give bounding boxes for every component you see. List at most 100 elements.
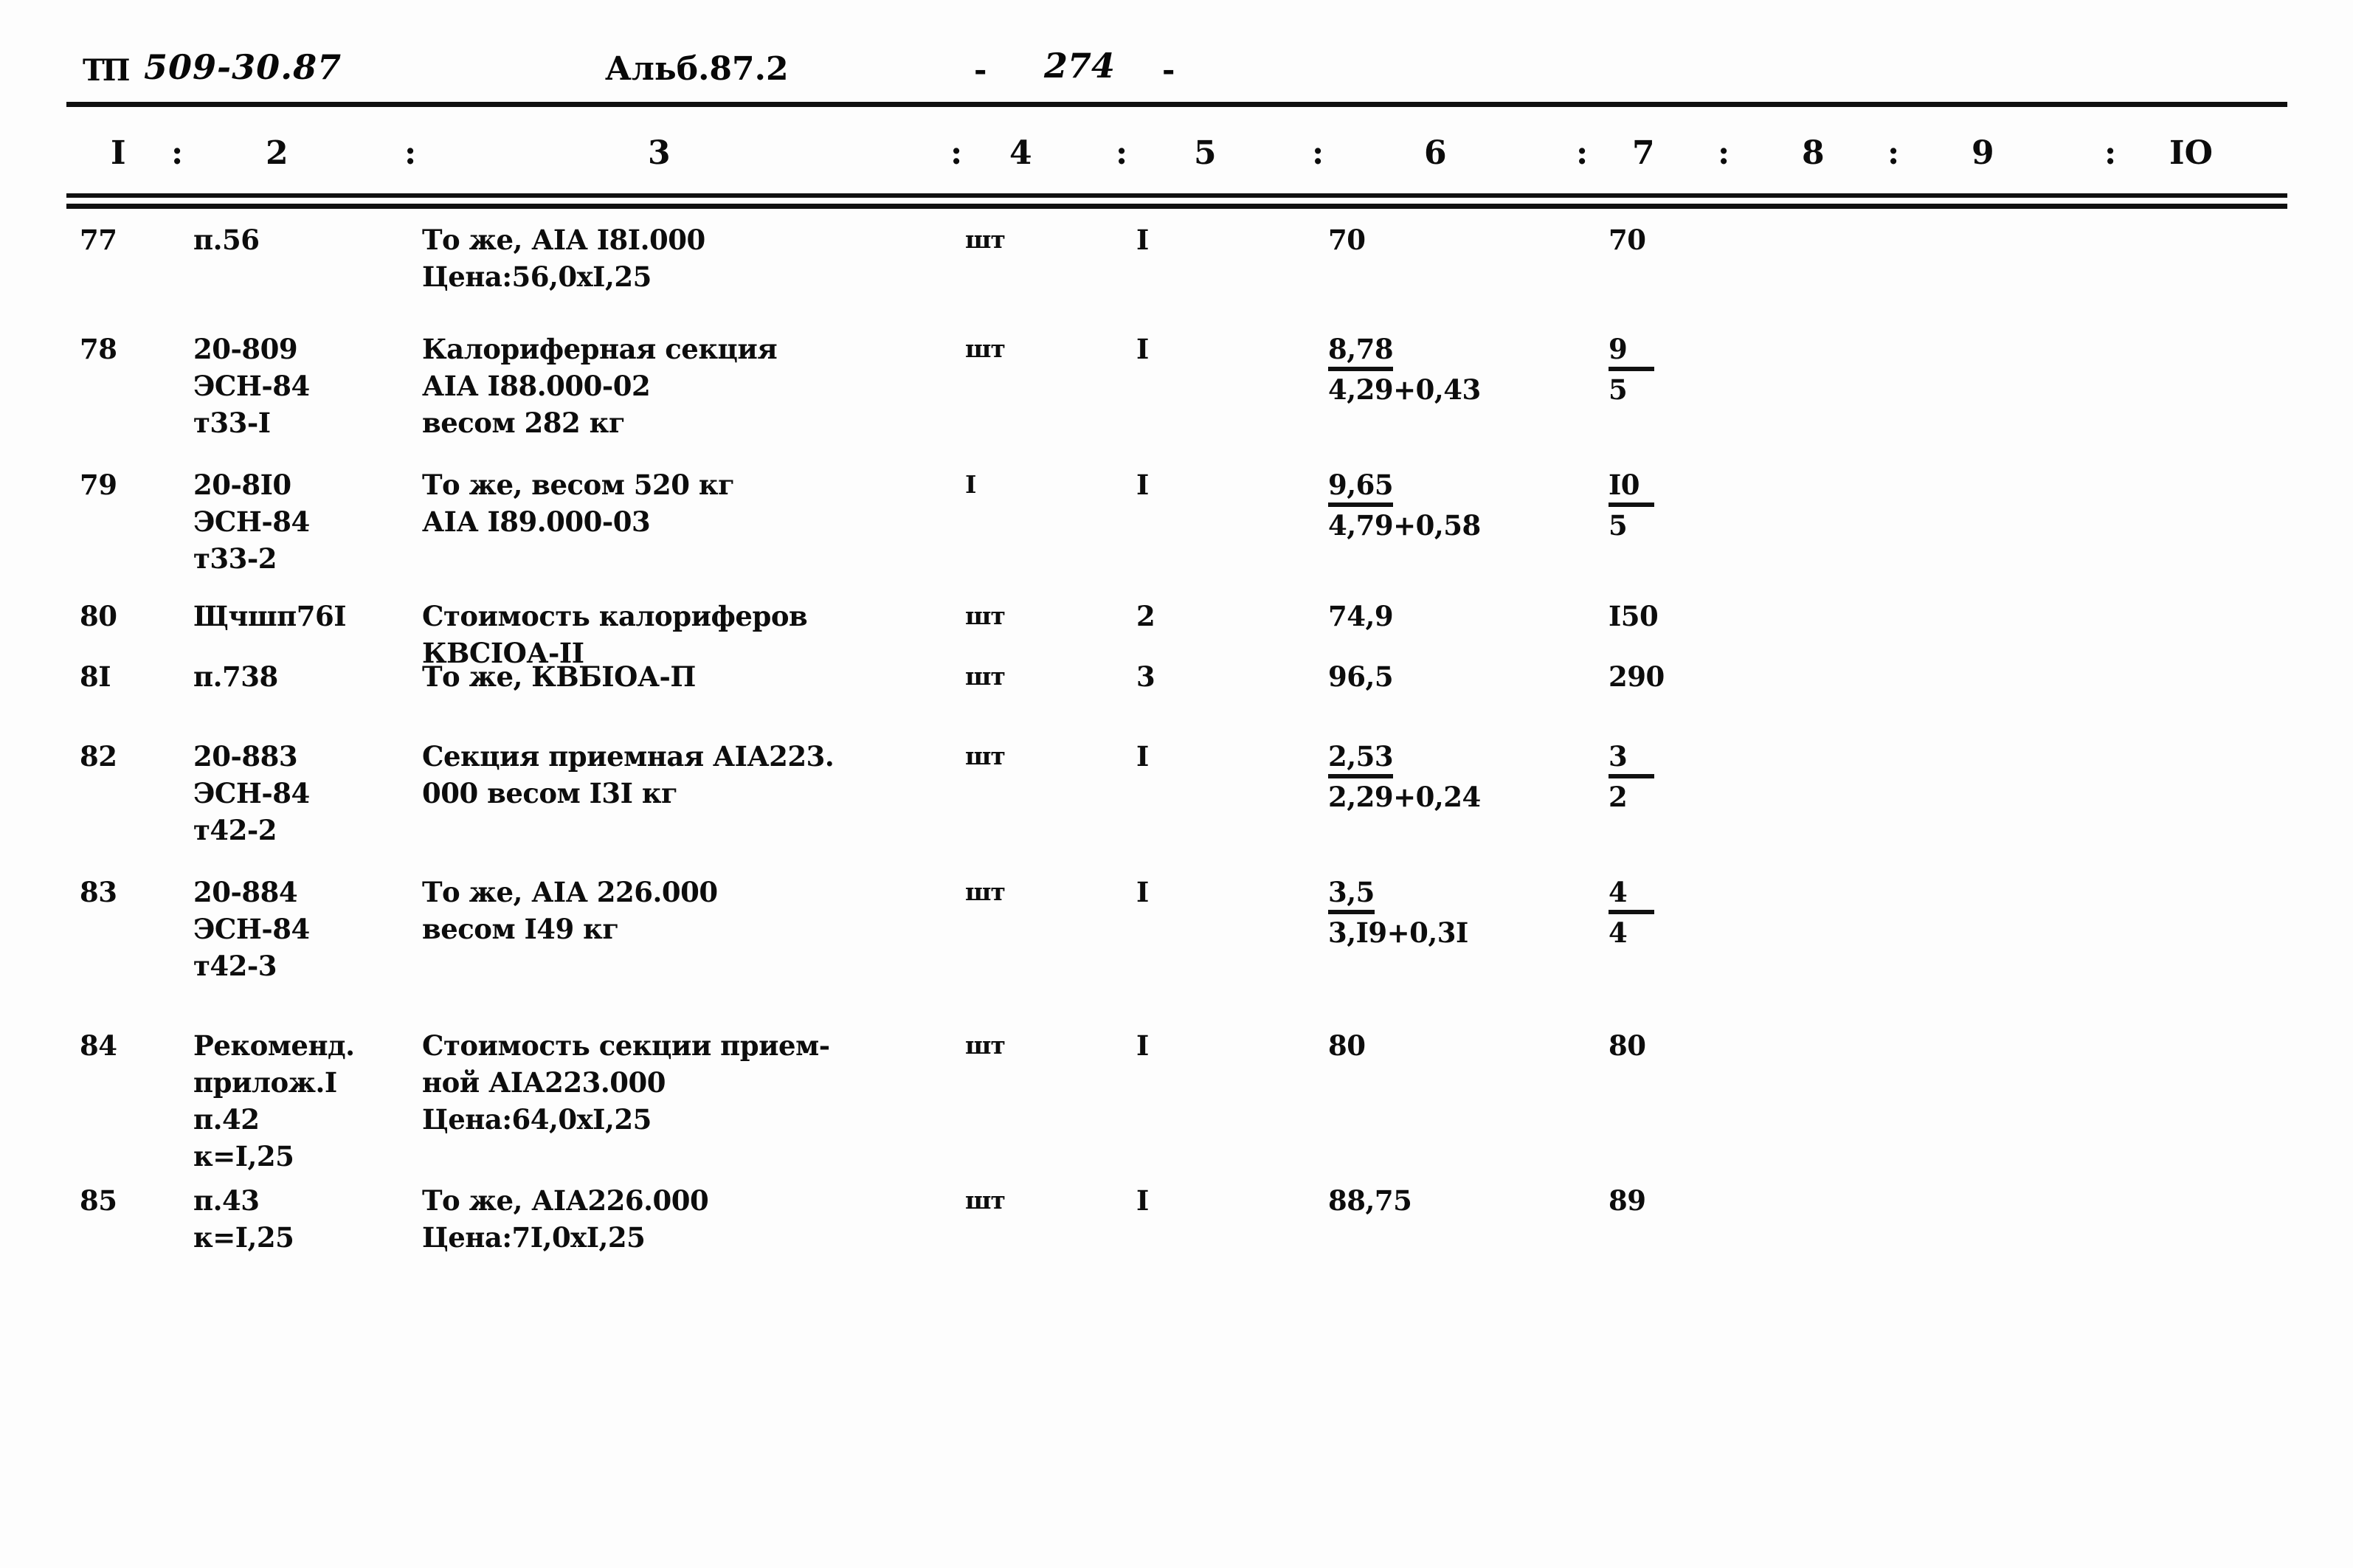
row-quantity: I [1136, 876, 1149, 908]
row-reference: п.738 [193, 660, 278, 693]
table-row: 82 20-883 ЭСН-84 т42-2 Секция приемная АIА… [0, 738, 2353, 863]
column-header-row: I : 2 : 3 : 4 : 5 : 6 : 7 : 8 : 9 : IO [0, 134, 2353, 186]
col7-numerator: I0 [1609, 468, 1654, 507]
header-rule-middle [66, 193, 2287, 198]
col6-denominator: 3,I9+0,3I [1328, 916, 1468, 949]
row-col6-value: 88,75 [1328, 1184, 1412, 1217]
row-col7-value: 70 [1609, 224, 1646, 256]
row-quantity: I [1136, 1184, 1149, 1217]
row-number: 80 [80, 600, 117, 632]
column-header-1: I [111, 134, 126, 172]
col7-denominator: 4 [1609, 916, 1628, 949]
column-sep-6: : [1576, 134, 1589, 172]
row-description: Стоимость секции прием- ной АIА223.000 Ц… [422, 1029, 830, 1136]
row-description: То же, АIА226.000 Цена:7I,0хI,25 [422, 1184, 709, 1254]
column-header-9: 9 [1972, 134, 1994, 172]
row-quantity: 2 [1136, 600, 1155, 632]
column-header-7: 7 [1632, 134, 1655, 172]
col6-numerator: 8,78 [1328, 332, 1394, 371]
row-reference: Рекоменд. прилож.I п.42 к=I,25 [193, 1029, 355, 1172]
document-page: ТП 509-30.87 Альб.87.2 - 274 - I : 2 : 3… [0, 0, 2353, 1568]
col7-numerator: 3 [1609, 739, 1654, 778]
row-unit: шт [965, 601, 1006, 630]
table-row: 85 п.43 к=I,25 То же, АIА226.000 Цена:7I,0… [0, 1182, 2353, 1308]
row-col6-value: 96,5 [1328, 660, 1394, 693]
row-unit: шт [965, 334, 1006, 363]
row-col7-value: 89 [1609, 1184, 1646, 1217]
table-row: 83 20-884 ЭСН-84 т42-3 То же, АIА 226.000 … [0, 874, 2353, 999]
table-row: 84 Рекоменд. прилож.I п.42 к=I,25 Стоимост… [0, 1027, 2353, 1172]
column-sep-3: : [950, 134, 963, 172]
column-sep-5: : [1312, 134, 1324, 172]
column-header-3: 3 [648, 134, 671, 172]
document-type-prefix: ТП [83, 53, 131, 88]
row-description: Калориферная секция АIА I88.000-02 весом… [422, 333, 778, 439]
row-reference: Щчшп76I [193, 600, 347, 632]
row-col6-value: 9,65 4,79+0,58 [1328, 466, 1535, 544]
row-col6-value: 3,5 3,I9+0,3I [1328, 874, 1535, 951]
col6-denominator: 2,29+0,24 [1328, 781, 1481, 813]
row-reference: 20-884 ЭСН-84 т42-3 [193, 876, 310, 982]
row-description: То же, АIА 226.000 весом I49 кг [422, 876, 718, 945]
row-unit: шт [965, 1031, 1006, 1060]
row-reference: 20-8I0 ЭСН-84 т33-2 [193, 469, 310, 575]
row-quantity: 3 [1136, 660, 1155, 693]
row-quantity: I [1136, 333, 1149, 365]
header-rule-top [66, 102, 2287, 107]
column-sep-1: : [171, 134, 184, 172]
header-rule-bottom [66, 204, 2287, 209]
row-reference: 20-809 ЭСН-84 т33-I [193, 333, 310, 439]
row-unit: шт [965, 877, 1006, 906]
row-col6-value: 80 [1328, 1029, 1366, 1062]
row-quantity: I [1136, 740, 1149, 773]
table-row: 78 20-809 ЭСН-84 т33-I Калориферная секция… [0, 331, 2353, 456]
row-col7-value: I50 [1609, 600, 1659, 632]
page-dash-right: - [1162, 52, 1175, 88]
col7-numerator: 4 [1609, 875, 1654, 914]
row-number: 79 [80, 469, 117, 501]
row-description: То же, весом 520 кг АIА I89.000-03 [422, 469, 735, 538]
row-number: 82 [80, 740, 117, 773]
row-unit: шт [965, 662, 1006, 691]
column-header-4: 4 [1009, 134, 1032, 172]
row-number: 77 [80, 224, 117, 256]
row-col7-value: 32 [1609, 738, 1786, 815]
column-header-8: 8 [1802, 134, 1825, 172]
row-quantity: I [1136, 1029, 1149, 1062]
row-col6-value: 74,9 [1328, 600, 1394, 632]
row-number: 85 [80, 1184, 117, 1217]
col7-numerator: 9 [1609, 332, 1654, 371]
row-number: 84 [80, 1029, 117, 1062]
row-quantity: I [1136, 224, 1149, 256]
row-number: 8I [80, 660, 111, 693]
row-description: То же, АIА I8I.000 Цена:56,0хI,25 [422, 224, 705, 293]
row-quantity: I [1136, 469, 1149, 501]
column-sep-9: : [2104, 134, 2117, 172]
col6-numerator: 2,53 [1328, 739, 1394, 778]
row-description: То же, КВБIОА-П [422, 660, 696, 693]
column-sep-8: : [1887, 134, 1900, 172]
column-header-2: 2 [266, 134, 288, 172]
column-sep-2: : [404, 134, 417, 172]
column-sep-4: : [1116, 134, 1128, 172]
row-col6-value: 8,78 4,29+0,43 [1328, 331, 1535, 408]
col6-numerator: 3,5 [1328, 875, 1375, 914]
col6-numerator: 9,65 [1328, 468, 1394, 507]
column-header-10: IO [2169, 134, 2213, 172]
row-col7-value: 44 [1609, 874, 1786, 951]
row-col7-value: 80 [1609, 1029, 1646, 1062]
row-reference: п.56 [193, 224, 260, 256]
page-header: ТП 509-30.87 Альб.87.2 - 274 - [0, 38, 2353, 96]
row-col7-value: I0 5 [1609, 466, 1786, 544]
row-col7-value: 290 [1609, 660, 1665, 693]
column-sep-7: : [1718, 134, 1730, 172]
table-row: 79 20-8I0 ЭСН-84 т33-2 То же, весом 520 кг… [0, 466, 2353, 592]
column-header-5: 5 [1194, 134, 1217, 172]
row-number: 78 [80, 333, 117, 365]
row-description: Секция приемная АIА223. 000 весом I3I кг [422, 740, 835, 809]
row-reference: 20-883 ЭСН-84 т42-2 [193, 740, 310, 846]
col7-denominator: 5 [1609, 509, 1628, 542]
album-label: Альб.87.2 [605, 50, 789, 88]
row-unit: шт [965, 742, 1006, 770]
row-col6-value: 70 [1328, 224, 1366, 256]
